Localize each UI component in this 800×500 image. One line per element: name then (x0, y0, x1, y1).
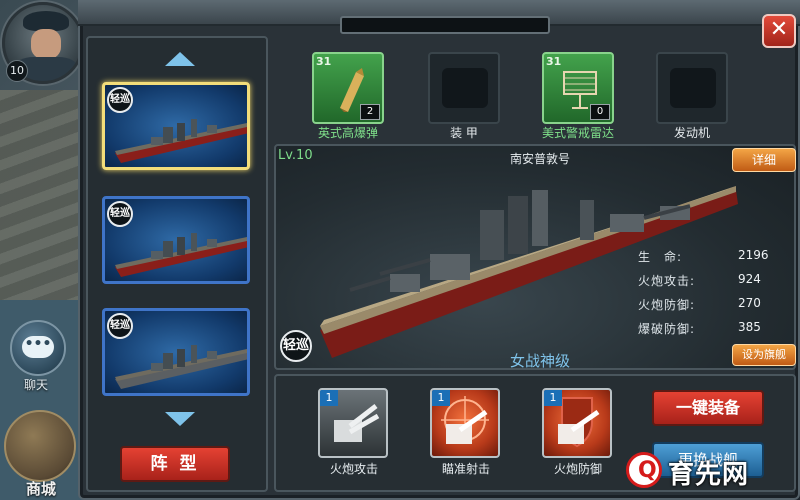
shop-button[interactable] (4, 410, 76, 482)
stat-value: 385 (738, 320, 761, 334)
player-level-badge: 10 (6, 60, 28, 82)
watermark-text: 育先网 (668, 460, 750, 490)
skill-aim-shot[interactable]: 1 (430, 388, 500, 458)
skill-level: 1 (432, 390, 450, 406)
cruiser-thumbnail (115, 119, 247, 163)
shop-label: 商城 (26, 480, 57, 498)
stat-row: 爆破防御: 385 (638, 320, 778, 344)
equip-label-armor: 装 甲 (450, 126, 478, 140)
skill-cannon-defense[interactable]: 1 (542, 388, 612, 458)
engine-slot-icon (670, 68, 716, 108)
skill-label: 火炮攻击 (329, 462, 378, 476)
officer-face (31, 29, 61, 59)
formation-button[interactable]: 阵 型 (120, 446, 230, 482)
ship-card-1[interactable]: 轻巡 (102, 82, 250, 170)
equip-label-radar: 美式警戒雷达 (541, 126, 614, 140)
ship-class-name: 女战神级 (509, 352, 570, 370)
skill-level: 1 (544, 390, 562, 406)
set-flagship-button[interactable]: 设为旗舰 (732, 344, 796, 366)
stat-row: 火炮攻击: 924 (638, 272, 778, 296)
equip-label-engine: 发动机 (673, 126, 710, 140)
equip-slot-engine[interactable] (656, 52, 728, 124)
slot-count: 0 (590, 104, 610, 120)
stat-row: 火炮防御: 270 (638, 296, 778, 320)
equip-label-shell: 英式高爆弹 (317, 126, 378, 140)
armor-slot-icon (442, 68, 488, 108)
stat-value: 270 (738, 296, 761, 310)
class-tag: 轻巡 (107, 313, 133, 339)
watermark-logo-icon: Q (626, 452, 662, 488)
ship-stats: 生 命: 2196 火炮攻击: 924 火炮防御: 270 爆破防御: 385 (638, 248, 778, 344)
slot-level: 31 (316, 55, 332, 68)
equip-slot-radar[interactable]: 31 0 (542, 52, 614, 124)
ship-card-3[interactable]: 轻巡 (102, 308, 250, 396)
chat-button[interactable]: ••• (10, 320, 66, 376)
officer-cap (23, 11, 69, 31)
stat-value: 924 (738, 272, 761, 286)
ship-class-tag: 轻巡 (280, 330, 312, 362)
equipment-row: 31 2 英式高爆弹 装 甲 31 0 美式警戒雷达 发动机 (276, 36, 792, 142)
equip-slot-shell[interactable]: 31 2 (312, 52, 384, 124)
skill-level: 1 (320, 390, 338, 406)
stat-label: 火炮攻击: (638, 274, 696, 288)
class-tag: 轻巡 (107, 201, 133, 227)
stat-label: 火炮防御: (638, 298, 696, 312)
cruiser-thumbnail (115, 233, 247, 277)
stat-value: 2196 (738, 248, 769, 262)
chat-bubble-icon: ••• (22, 336, 54, 358)
title-slot (340, 16, 550, 34)
scroll-down-arrow-icon[interactable] (165, 412, 195, 426)
site-watermark: Q 育先网 (626, 448, 800, 494)
skill-label: 瞄准射击 (441, 462, 490, 476)
ship-name: 南安普敦号 (509, 152, 570, 166)
skill-label: 火炮防御 (553, 462, 602, 476)
scroll-up-arrow-icon[interactable] (165, 52, 195, 66)
detail-button[interactable]: 详细 (732, 148, 796, 172)
cruiser-thumbnail (115, 345, 247, 389)
stat-label: 生 命: (638, 250, 683, 264)
skill-cannon-attack[interactable]: 1 (318, 388, 388, 458)
ship-level: Lv.10 (278, 148, 313, 163)
stat-label: 爆破防御: (638, 322, 696, 336)
ship-card-2[interactable]: 轻巡 (102, 196, 250, 284)
chat-label: 聊天 (24, 378, 49, 392)
class-tag: 轻巡 (107, 87, 133, 113)
stat-row: 生 命: 2196 (638, 248, 778, 272)
equip-slot-armor[interactable] (428, 52, 500, 124)
one-key-equip-button[interactable]: 一键装备 (652, 390, 764, 426)
slot-count: 2 (360, 104, 380, 120)
